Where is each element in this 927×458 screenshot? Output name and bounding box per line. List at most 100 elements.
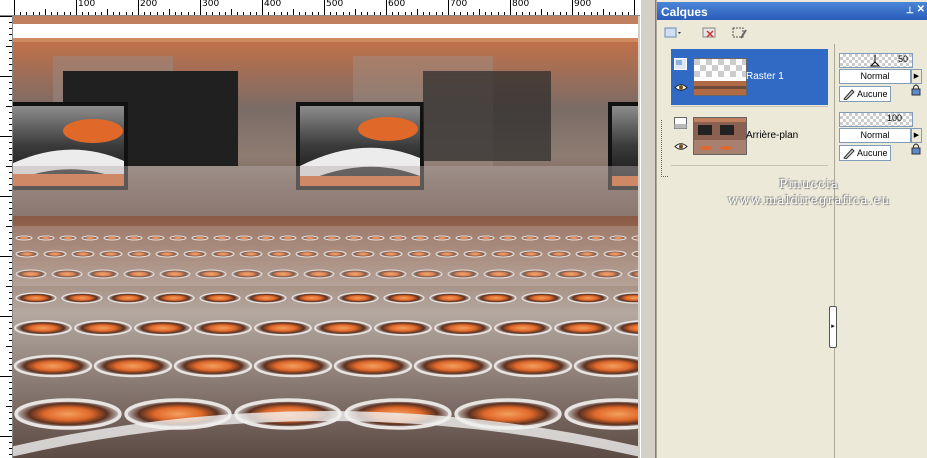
ruler-tick [9, 370, 12, 371]
ruler-tick [262, 0, 263, 15]
ruler-tick [175, 12, 177, 15]
ruler-tick [293, 9, 294, 15]
ruler-tick [9, 310, 12, 311]
palette-titlebar[interactable]: Calques ⊥ ✕ [657, 2, 927, 20]
background-layer-icon [674, 117, 687, 129]
floor-disc [253, 354, 333, 378]
mask-button[interactable]: Aucune [839, 145, 891, 161]
ruler-tick [565, 12, 567, 15]
blend-dropdown-arrow[interactable]: ▶ [911, 128, 922, 143]
ruler-tick [45, 9, 46, 15]
ruler-tick [423, 12, 425, 15]
ruler-tick [9, 268, 12, 269]
ruler-tick [373, 12, 375, 15]
floor-disc [494, 320, 552, 336]
ruler-tick [9, 172, 12, 173]
ruler-tick [9, 130, 12, 131]
layer-name[interactable]: Arrière-plan [746, 130, 798, 141]
ruler-tick [9, 142, 12, 143]
ruler-tick [429, 12, 431, 15]
pin-icon[interactable]: ⊥ [906, 5, 914, 15]
image-artwork [13, 16, 638, 458]
ruler-tick [553, 12, 555, 15]
mask-button[interactable]: Aucune [839, 86, 891, 102]
ruler-tick [100, 12, 102, 15]
blend-dropdown-arrow[interactable]: ▶ [911, 69, 922, 84]
canvas-area[interactable]: 100 200 300 400 500 600 700 800 900 [0, 0, 640, 458]
ruler-tick [479, 9, 480, 15]
edit-selection-button[interactable] [729, 24, 751, 42]
layer-name[interactable]: Raster 1 [746, 71, 784, 82]
layer-row-arriere-plan[interactable]: Arrière-plan [671, 108, 828, 164]
ruler-tick [9, 424, 12, 425]
ruler-tick [361, 12, 363, 15]
ruler-tick [237, 12, 239, 15]
floor-disc [291, 292, 333, 304]
ruler-tick [26, 12, 28, 15]
opacity-slider[interactable]: 100 [839, 112, 913, 127]
eye-icon[interactable] [674, 83, 688, 92]
ruler-tick [150, 12, 152, 15]
collapse-handle[interactable]: ▸ [829, 306, 837, 348]
ruler-tick [187, 12, 189, 15]
ruler-tick [559, 12, 561, 15]
ruler-label: 500 [326, 0, 344, 9]
ruler-tick [162, 12, 164, 15]
watermark: Pinuccia www.maldiregrafica.eu [709, 176, 909, 208]
blend-mode-select[interactable]: Normal [839, 69, 911, 84]
ruler-tick [206, 12, 208, 15]
ruler-tick [6, 166, 12, 167]
floor-disc [567, 292, 609, 304]
ruler-tick [9, 160, 12, 161]
ruler-tick [454, 12, 456, 15]
slider-thumb-icon[interactable] [870, 54, 880, 67]
delete-layer-button[interactable] [699, 24, 721, 42]
ruler-tick [9, 238, 12, 239]
lock-icon[interactable] [911, 143, 921, 155]
ruler-tick [0, 376, 12, 377]
ruler-tick [596, 12, 598, 15]
mask-label: Aucune [857, 148, 888, 158]
floor-disc [564, 398, 638, 430]
floor-disc [74, 320, 132, 336]
image-canvas[interactable] [13, 16, 638, 458]
ruler-tick [9, 442, 12, 443]
ruler-tick [9, 388, 12, 389]
layer-thumbnail [693, 117, 747, 155]
ruler-tick [9, 124, 12, 125]
floor-disc [413, 354, 493, 378]
ruler-tick [94, 12, 96, 15]
ruler-tick [491, 12, 493, 15]
eye-icon[interactable] [674, 142, 688, 151]
ruler-tick [9, 112, 12, 113]
ruler-tick [386, 0, 387, 15]
panel-splitter[interactable] [640, 0, 656, 458]
layer-props-raster-1: 50 Normal ▶ Aucune [839, 47, 924, 103]
opacity-slider[interactable]: 50 [839, 53, 913, 68]
floor-disc [475, 292, 517, 304]
ruler-tick [522, 12, 524, 15]
ruler-tick [9, 94, 12, 95]
new-layer-button[interactable] [661, 24, 683, 42]
ruler-tick [9, 412, 12, 413]
ruler-tick [9, 280, 12, 281]
ruler-tick [634, 0, 635, 15]
ruler-tick [311, 12, 313, 15]
floor-disc [333, 354, 413, 378]
ruler-tick [9, 82, 12, 83]
lock-icon[interactable] [911, 84, 921, 96]
pen-icon [843, 89, 855, 100]
floor-disc [493, 354, 573, 378]
ruler-tick [615, 12, 617, 15]
layer-row-raster-1[interactable]: Raster 1 [671, 49, 828, 105]
ruler-tick [9, 34, 12, 35]
ruler-tick [9, 148, 12, 149]
ruler-tick [51, 12, 53, 15]
close-icon[interactable]: ✕ [917, 5, 925, 15]
blend-mode-select[interactable]: Normal [839, 128, 911, 143]
ruler-vertical [0, 16, 13, 458]
ruler-tick [367, 12, 369, 15]
floor-disc [153, 292, 195, 304]
ruler-tick [9, 454, 12, 455]
ruler-tick [9, 28, 12, 29]
